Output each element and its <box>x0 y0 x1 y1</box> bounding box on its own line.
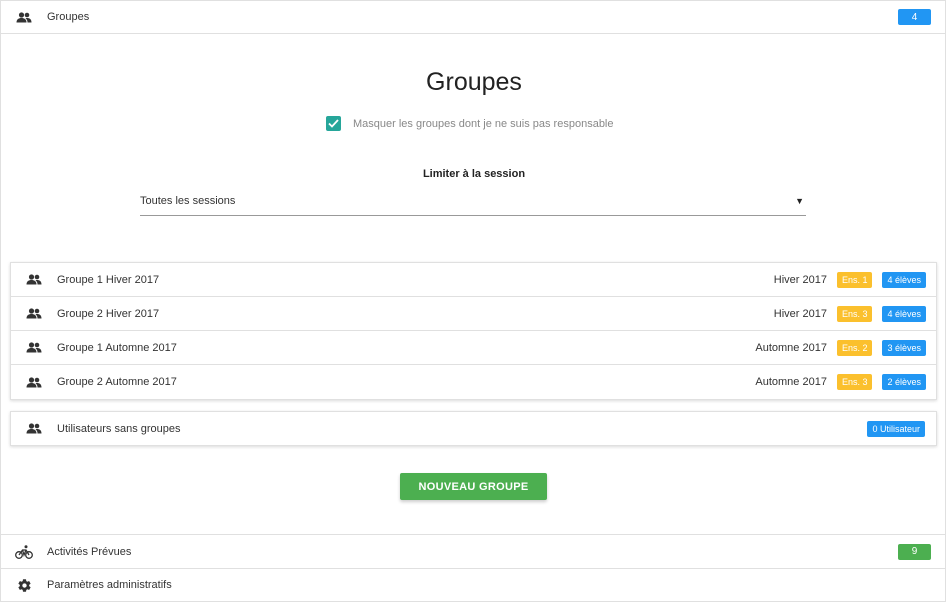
group-row[interactable]: Groupe 1 Hiver 2017 Hiver 2017 Ens. 1 4 élè… <box>11 263 936 297</box>
people-icon <box>11 423 57 434</box>
groupes-panel: Groupes Masquer les groupes dont je ne s… <box>0 34 946 534</box>
group-session: Automne 2017 <box>755 376 827 388</box>
group-teacher-badge: Ens. 1 <box>836 271 873 288</box>
group-teacher-badge: Ens. 3 <box>836 374 873 390</box>
dropdown-arrow-icon: ▼ <box>795 195 804 206</box>
group-teacher-badge: Ens. 2 <box>836 339 873 356</box>
page-title: Groupes <box>426 68 522 96</box>
people-icon <box>11 274 57 285</box>
group-name: Groupe 2 Automne 2017 <box>57 376 177 388</box>
activites-section-label: Activités Prévues <box>47 545 132 558</box>
session-select-value: Toutes les sessions <box>140 194 236 207</box>
group-row[interactable]: Groupe 1 Automne 2017 Automne 2017 Ens. 2 3… <box>11 331 936 365</box>
activites-count-badge: 9 <box>898 543 931 560</box>
activites-section-header[interactable]: Activités Prévues 9 <box>0 534 946 568</box>
group-teacher-badge: Ens. 3 <box>836 305 873 322</box>
group-students-badge: 4 élèves <box>882 271 926 288</box>
group-session: Hiver 2017 <box>773 307 827 320</box>
groupes-section-label: Groupes <box>47 11 90 23</box>
session-filter-label: Limiter à la session <box>422 168 526 180</box>
bicycle-icon <box>1 544 47 559</box>
hide-groups-label: Masquer les groupes dont je ne suis pas … <box>353 117 614 130</box>
params-section-header[interactable]: Paramètres administratifs <box>0 568 946 602</box>
groupes-section-header[interactable]: Groupes 4 <box>0 0 946 34</box>
check-icon <box>328 119 339 128</box>
people-icon <box>11 308 57 319</box>
people-icon <box>11 342 57 353</box>
hide-groups-option[interactable]: Masquer les groupes dont je ne suis pas … <box>326 116 614 131</box>
gear-icon <box>1 578 47 593</box>
group-row[interactable]: Groupe 2 Automne 2017 Automne 2017 Ens. 3 2… <box>11 365 936 399</box>
users-without-group-label: Utilisateurs sans groupes <box>57 422 181 435</box>
people-icon <box>1 11 47 23</box>
new-group-button[interactable]: NOUVEAU GROUPE <box>400 473 547 500</box>
hide-groups-checkbox[interactable] <box>326 116 341 131</box>
users-without-group-row[interactable]: Utilisateurs sans groupes 0 Utilisateur <box>10 411 937 446</box>
group-session: Hiver 2017 <box>773 273 827 286</box>
session-select[interactable]: Toutes les sessions ▼ <box>140 186 806 216</box>
group-session: Automne 2017 <box>755 341 827 354</box>
group-students-badge: 4 élèves <box>882 305 926 322</box>
group-students-badge: 3 élèves <box>882 339 926 356</box>
group-name: Groupe 2 Hiver 2017 <box>57 307 160 320</box>
params-section-label: Paramètres administratifs <box>47 579 172 591</box>
groupes-count-badge: 4 <box>898 9 931 25</box>
users-without-group-count: 0 Utilisateur <box>867 420 925 437</box>
group-list: Groupe 1 Hiver 2017 Hiver 2017 Ens. 1 4 élè… <box>10 262 937 400</box>
people-icon <box>11 376 57 388</box>
group-name: Groupe 1 Hiver 2017 <box>57 273 160 286</box>
group-name: Groupe 1 Automne 2017 <box>57 341 177 354</box>
group-row[interactable]: Groupe 2 Hiver 2017 Hiver 2017 Ens. 3 4 élè… <box>11 297 936 331</box>
group-students-badge: 2 élèves <box>882 374 926 390</box>
